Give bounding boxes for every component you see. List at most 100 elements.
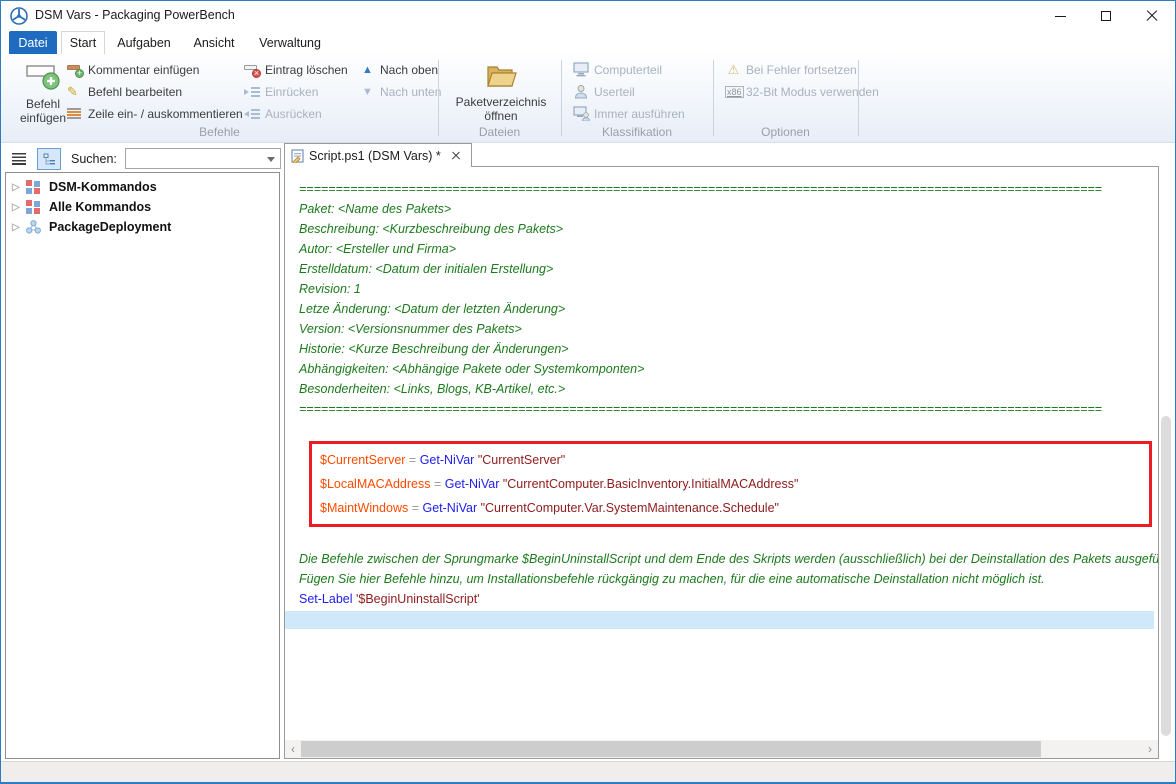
code-line: Autor: <Ersteller und Firma> (299, 239, 1158, 259)
titlebar: DSM Vars - Packaging PowerBench (1, 1, 1175, 31)
code-line: Set-Label '$BeginUninstallScript' (299, 589, 1158, 609)
minimize-icon (1055, 16, 1066, 17)
tab-verwaltung[interactable]: Verwaltung (249, 31, 331, 54)
script-editor: ========================================… (284, 166, 1159, 759)
computer-user-icon (573, 106, 590, 122)
maximize-button[interactable] (1083, 1, 1129, 31)
tab-close-icon[interactable] (451, 151, 461, 161)
code-line: Besonderheiten: <Links, Blogs, KB-Artike… (299, 379, 1158, 399)
comment-insert-icon (67, 62, 84, 78)
tree-item-dsm-kommandos[interactable]: ▷ DSM-Kommandos (6, 177, 279, 197)
indent-icon (244, 84, 261, 100)
kommentar-einfuegen-button[interactable]: Kommentar einfügen (67, 60, 199, 80)
document-tab-title: Script.ps1 (DSM Vars) * (309, 149, 441, 163)
tab-ansicht[interactable]: Ansicht (183, 31, 245, 54)
group-separator (858, 60, 859, 136)
code-line: $MaintWindows = Get-NiVar "CurrentComput… (320, 496, 1141, 520)
userteil-button[interactable]: Userteil (573, 82, 635, 102)
tree-item-alle-kommandos[interactable]: ▷ Alle Kommandos (6, 197, 279, 217)
search-combobox[interactable] (125, 148, 281, 169)
hscroll-track[interactable] (301, 740, 1142, 758)
vscroll-thumb[interactable] (1161, 416, 1171, 736)
menu-hamburger-icon[interactable] (9, 149, 29, 169)
expander-icon[interactable]: ▷ (12, 182, 26, 193)
script-file-icon (291, 149, 304, 163)
code-line: Abhängigkeiten: <Abhängige Pakete oder S… (299, 359, 1158, 379)
tab-aufgaben[interactable]: Aufgaben (109, 31, 179, 54)
zeile-auskommentieren-button[interactable]: Zeile ein- / auskommentieren (67, 104, 243, 124)
tree-item-packagedeployment[interactable]: ▷ PackageDeployment (6, 217, 279, 237)
immer-ausfuehren-button[interactable]: Immer ausführen (573, 104, 685, 124)
code-line: Beschreibung: <Kurzbeschreibung des Pake… (299, 219, 1158, 239)
code-line: ========================================… (299, 179, 1158, 199)
ribbon: Befehl einfügen Kommentar einfügen ✎ Bef… (1, 54, 1175, 143)
group-label-optionen: Optionen (713, 125, 858, 139)
code-line: Version: <Versionsnummer des Pakets> (299, 319, 1158, 339)
vertical-scrollbar[interactable] (1160, 166, 1172, 759)
code-line: Letze Änderung: <Datum der letzten Änder… (299, 299, 1158, 319)
ribbon-tabstrip: Datei Start Aufgaben Ansicht Verwaltung (1, 31, 1175, 54)
group-label-klassifikation: Klassifikation (561, 125, 713, 139)
einruecken-button[interactable]: Einrücken (244, 82, 318, 102)
befehl-bearbeiten-button[interactable]: ✎ Befehl bearbeiten (67, 82, 182, 102)
code-line: Fügen Sie hier Befehle hinzu, um Install… (299, 569, 1158, 589)
tree-view-toggle-button[interactable] (37, 148, 61, 170)
window-title: DSM Vars - Packaging PowerBench (35, 8, 235, 22)
nach-unten-button[interactable]: ▼ Nach unten (359, 82, 441, 102)
user-icon (573, 84, 590, 100)
chevron-down-icon (267, 157, 275, 166)
code-area[interactable]: ========================================… (285, 167, 1158, 740)
code-line: Historie: <Kurze Beschreibung der Änderu… (299, 339, 1158, 359)
computer-icon (573, 62, 590, 78)
red-highlight-box: $CurrentServer = Get-NiVar "CurrentServe… (309, 441, 1152, 527)
x86-icon: x86 (725, 84, 742, 100)
app-logo-icon (10, 7, 28, 25)
statusbar (1, 761, 1175, 782)
paketverzeichnis-oeffnen-button[interactable]: Paketverzeichnis öffnen (449, 57, 553, 135)
scroll-right-icon[interactable]: › (1142, 740, 1158, 758)
scroll-left-icon[interactable]: ‹ (285, 740, 301, 758)
code-line: Revision: 1 (299, 279, 1158, 299)
ausruecken-button[interactable]: Ausrücken (244, 104, 322, 124)
delete-entry-icon (244, 62, 261, 78)
expander-icon[interactable]: ▷ (12, 202, 26, 213)
code-line: $LocalMACAddress = Get-NiVar "CurrentCom… (320, 472, 1141, 496)
package-cluster-icon (26, 220, 43, 234)
tab-start[interactable]: Start (61, 31, 105, 54)
expander-icon[interactable]: ▷ (12, 222, 26, 233)
minimize-button[interactable] (1037, 1, 1083, 31)
horizontal-scrollbar[interactable]: ‹ › (285, 740, 1158, 758)
document-tab-script-ps1[interactable]: Script.ps1 (DSM Vars) * (284, 143, 472, 167)
app-window: DSM Vars - Packaging PowerBench Datei St… (0, 0, 1176, 784)
edit-command-icon: ✎ (67, 84, 84, 100)
commands-grid-icon (26, 200, 43, 214)
close-icon (1146, 10, 1158, 22)
code-line: ========================================… (299, 399, 1158, 419)
close-button[interactable] (1129, 1, 1175, 31)
move-down-icon: ▼ (359, 84, 376, 100)
outdent-icon (244, 106, 261, 122)
computerteil-button[interactable]: Computerteil (573, 60, 662, 80)
code-line: $CurrentServer = Get-NiVar "CurrentServe… (320, 448, 1141, 472)
tab-datei[interactable]: Datei (9, 31, 57, 54)
command-tree-panel[interactable]: ▷ DSM-Kommandos ▷ Alle Kommand (5, 172, 280, 759)
group-label-befehle: Befehle (1, 125, 438, 139)
open-folder-icon (484, 61, 518, 91)
maximize-icon (1101, 11, 1111, 21)
bei-fehler-fortsetzen-button[interactable]: ⚠ Bei Fehler fortsetzen (725, 60, 857, 80)
search-label: Suchen: (71, 152, 117, 166)
group-label-dateien: Dateien (438, 125, 561, 139)
move-up-icon: ▲ (359, 62, 376, 78)
hscroll-thumb[interactable] (301, 741, 1041, 757)
nach-oben-button[interactable]: ▲ Nach oben (359, 60, 438, 80)
code-line: Erstelldatum: <Datum der initialen Erste… (299, 259, 1158, 279)
tree-view-icon (43, 153, 56, 165)
main-content: Suchen: ▷ DSM-Kommandos ▷ (1, 143, 1175, 761)
sidebar-toolbar: Suchen: (5, 145, 281, 172)
32bit-modus-button[interactable]: x86 32-Bit Modus verwenden (725, 82, 879, 102)
eintrag-loeschen-button[interactable]: Eintrag löschen (244, 60, 348, 80)
selected-line (285, 611, 1154, 629)
toggle-comment-icon (67, 106, 84, 122)
code-line (299, 419, 1158, 439)
code-line (299, 529, 1158, 549)
